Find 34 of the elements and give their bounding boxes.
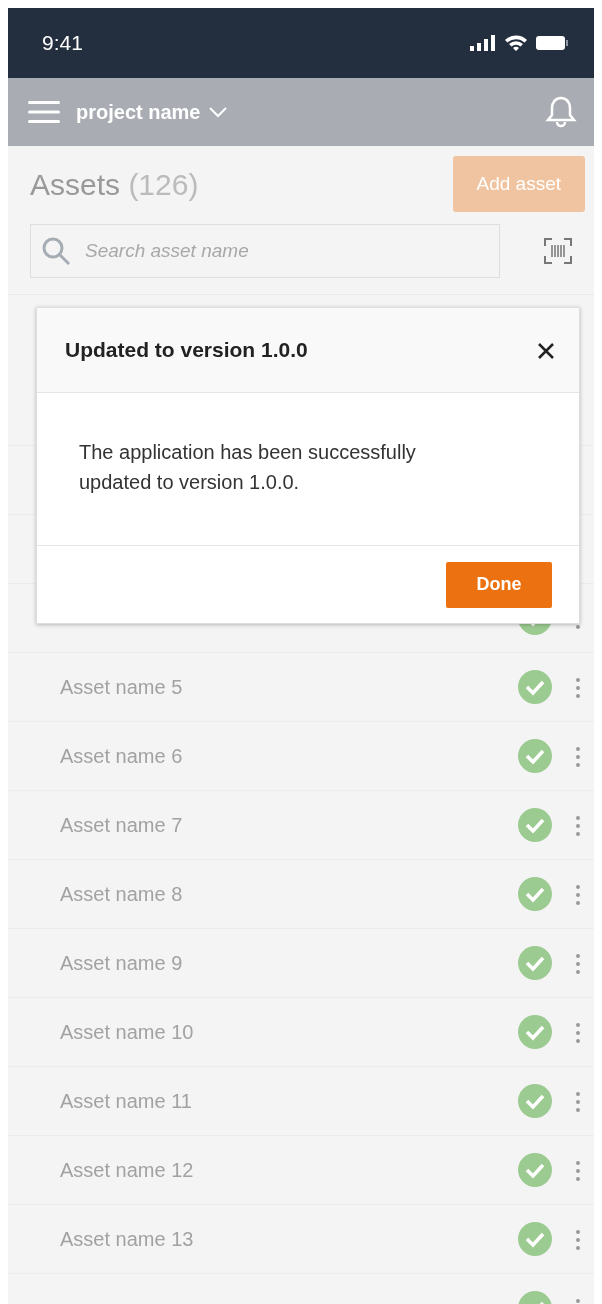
asset-name: Asset name 8 xyxy=(60,882,183,907)
more-options-button[interactable] xyxy=(576,1227,580,1251)
notifications-button[interactable] xyxy=(544,95,578,129)
assets-title: Assets xyxy=(30,167,121,201)
asset-name: Asset name 9 xyxy=(60,951,183,976)
more-options-button[interactable] xyxy=(576,1020,580,1044)
done-button[interactable]: Done xyxy=(446,561,552,608)
more-options-button[interactable] xyxy=(576,1089,580,1113)
more-options-button[interactable] xyxy=(576,675,580,699)
asset-name: Asset name 11 xyxy=(60,1089,192,1114)
asset-name: Asset name 12 xyxy=(60,1158,194,1183)
asset-name: Asset name 5 xyxy=(60,675,183,700)
dialog-message: The application has been successfully updated to version 1.0.0. xyxy=(79,440,417,495)
search-field[interactable]: Search asset name xyxy=(30,224,500,278)
chevron-down-icon xyxy=(208,106,229,118)
battery-icon xyxy=(536,36,568,50)
wifi-icon xyxy=(504,34,528,52)
more-options-button[interactable] xyxy=(576,1158,580,1182)
signal-icon xyxy=(470,35,496,51)
asset-name: Asset name 13 xyxy=(60,1227,194,1252)
menu-button[interactable] xyxy=(28,99,60,125)
more-options-button[interactable] xyxy=(576,744,580,768)
more-options-button[interactable] xyxy=(576,882,580,906)
barcode-scan-button[interactable] xyxy=(544,238,572,264)
more-options-button[interactable] xyxy=(576,951,580,975)
status-time: 9:41 xyxy=(42,30,83,57)
dialog-title: Updated to version 1.0.0 xyxy=(65,337,308,364)
add-asset-button[interactable]: Add asset xyxy=(452,156,585,212)
asset-name: Asset name 7 xyxy=(60,813,183,838)
asset-name: Asset name 6 xyxy=(60,744,183,769)
project-dropdown[interactable]: project name xyxy=(76,97,229,127)
more-options-button[interactable] xyxy=(576,813,580,837)
asset-count: (126) xyxy=(128,167,199,201)
asset-name: Asset name 10 xyxy=(60,1020,194,1045)
